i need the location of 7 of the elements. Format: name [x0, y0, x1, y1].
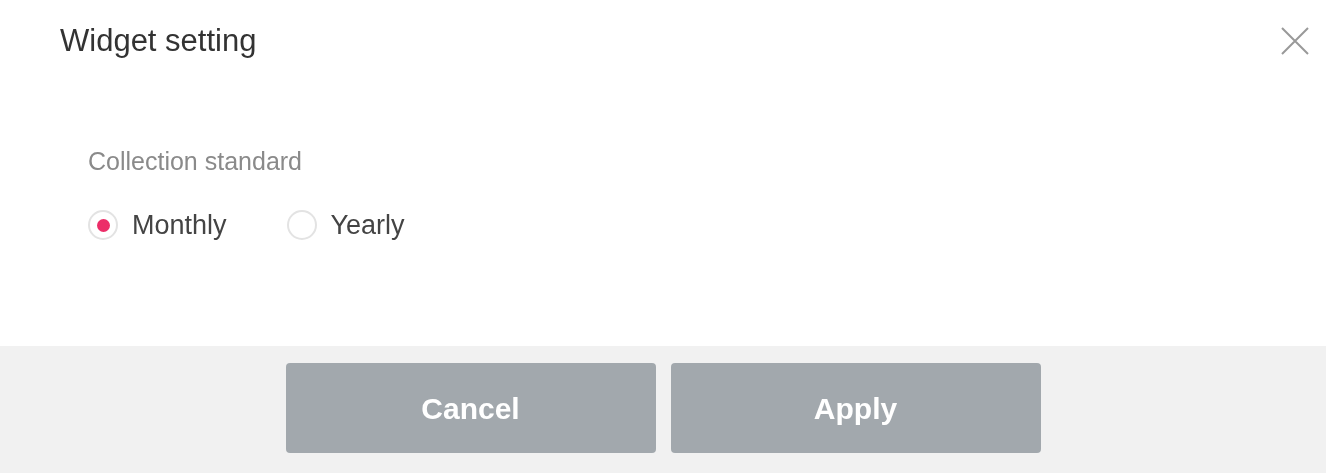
- radio-option[interactable]: Monthly: [88, 208, 227, 242]
- section-label: Collection standard: [88, 146, 303, 177]
- close-icon: [1280, 26, 1310, 56]
- radio-button[interactable]: [286, 210, 317, 240]
- radio-button[interactable]: [88, 210, 118, 240]
- dialog-title: Widget setting: [60, 21, 257, 60]
- radio-option[interactable]: Yearly: [286, 208, 405, 242]
